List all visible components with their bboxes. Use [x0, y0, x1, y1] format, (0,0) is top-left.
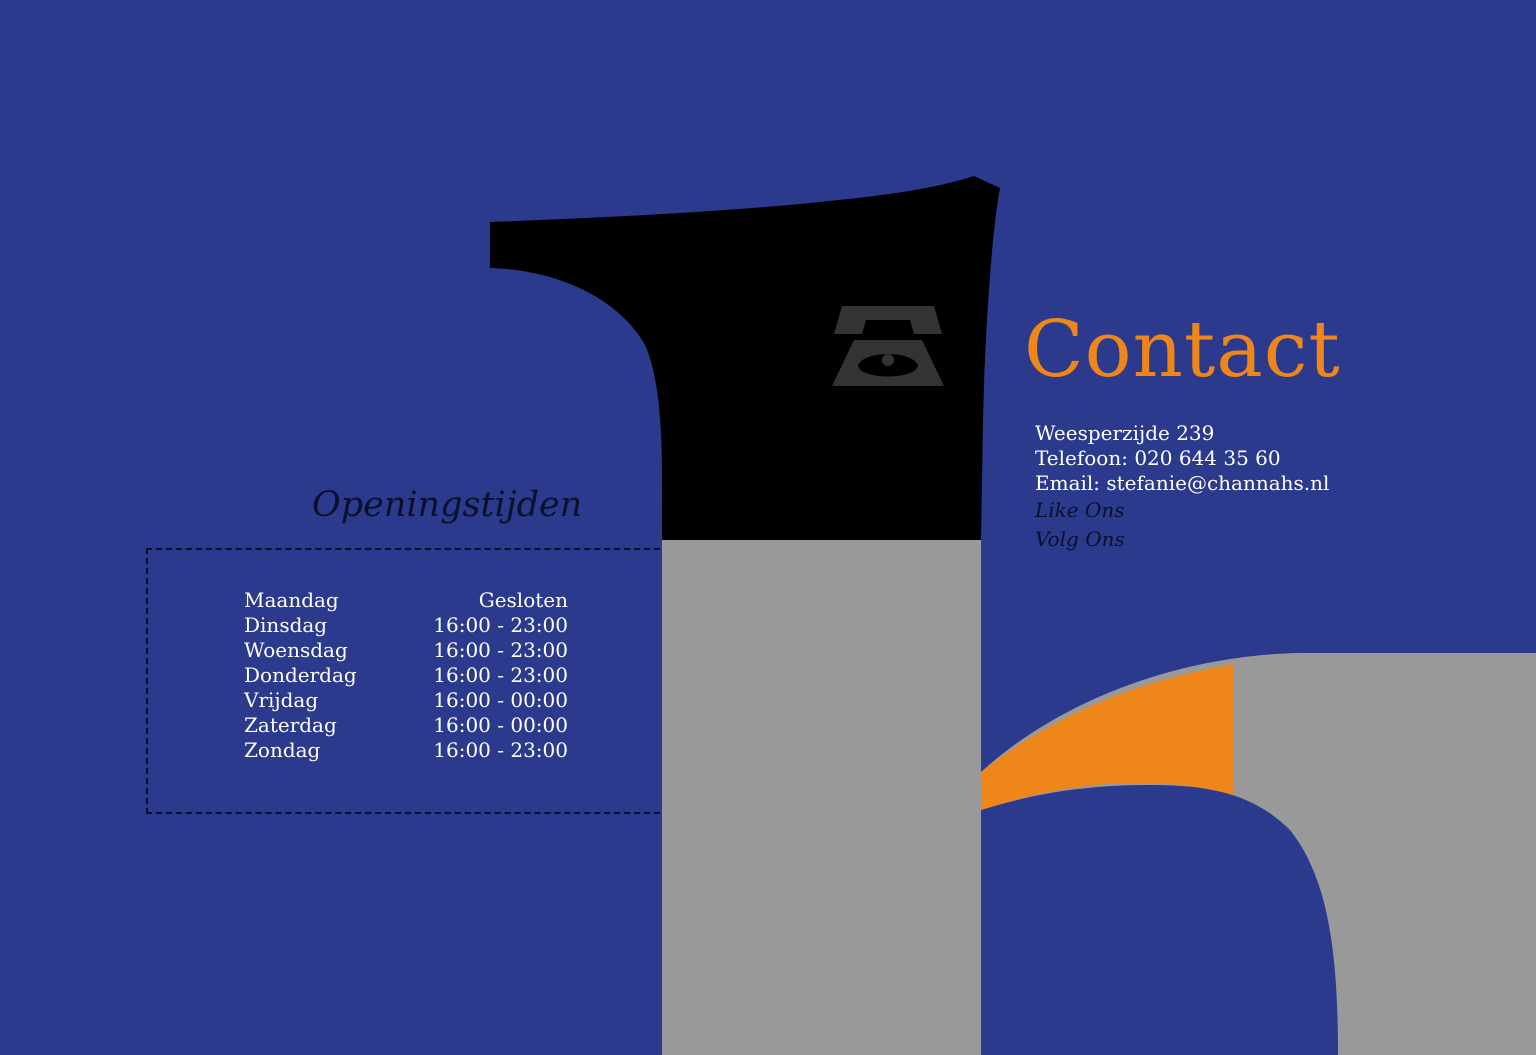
hours-row: Zaterdag 16:00 - 00:00	[244, 713, 568, 738]
contact-title: Contact	[1024, 305, 1341, 395]
contact-details: Weesperzijde 239 Telefoon: 020 644 35 60…	[1035, 421, 1455, 554]
day-label: Maandag	[244, 588, 339, 612]
letter-arch-grey	[981, 653, 1536, 1055]
phone-text: Telefoon: 020 644 35 60	[1035, 446, 1281, 470]
day-label: Zondag	[244, 738, 321, 762]
telephone-icon	[832, 306, 944, 386]
hours-row: Woensdag 16:00 - 23:00	[244, 638, 568, 663]
contact-page: Contact Weesperzijde 239 Telefoon: 020 6…	[0, 0, 1536, 1055]
hours-row: Maandag Gesloten	[244, 588, 568, 613]
time-label: 16:00 - 23:00	[433, 638, 568, 662]
address-text: Weesperzijde 239	[1035, 421, 1215, 445]
hours-row: Donderdag 16:00 - 23:00	[244, 663, 568, 688]
hours-row: Dinsdag 16:00 - 23:00	[244, 613, 568, 638]
time-label: 16:00 - 23:00	[433, 738, 568, 762]
time-label: 16:00 - 00:00	[433, 713, 568, 737]
day-label: Dinsdag	[244, 613, 328, 637]
day-label: Donderdag	[244, 663, 357, 687]
hours-row: Zondag 16:00 - 23:00	[244, 738, 568, 763]
time-label: 16:00 - 23:00	[433, 663, 568, 687]
time-label: Gesloten	[478, 588, 568, 612]
time-label: 16:00 - 23:00	[433, 613, 568, 637]
letter-arch-accent	[981, 664, 1234, 810]
opening-hours-title: Openingstijden	[312, 485, 583, 525]
like-us-link[interactable]: Like Ons	[1035, 496, 1455, 525]
day-label: Woensdag	[244, 638, 348, 662]
time-label: 16:00 - 00:00	[433, 688, 568, 712]
day-label: Vrijdag	[244, 688, 319, 712]
follow-us-link[interactable]: Volg Ons	[1035, 525, 1455, 554]
hours-row: Vrijdag 16:00 - 00:00	[244, 688, 568, 713]
opening-hours-box: Maandag Gesloten Dinsdag 16:00 - 23:00 W…	[146, 548, 660, 814]
letter-stem-grey	[662, 540, 981, 1055]
email-text: Email: stefanie@channahs.nl	[1035, 471, 1330, 495]
opening-hours-table: Maandag Gesloten Dinsdag 16:00 - 23:00 W…	[244, 588, 568, 763]
day-label: Zaterdag	[244, 713, 337, 737]
